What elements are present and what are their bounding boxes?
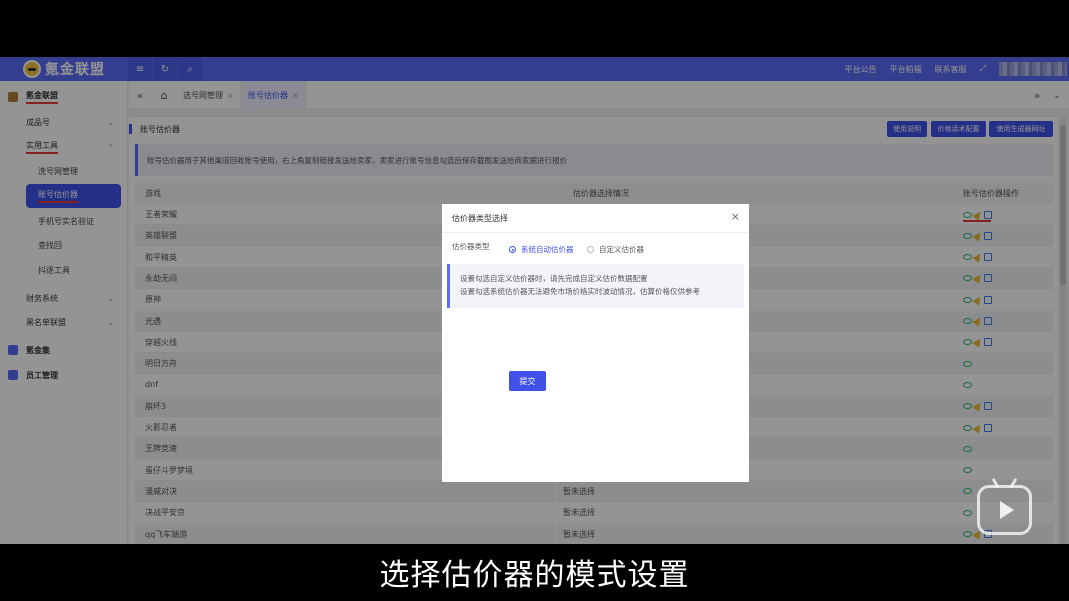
submit-button[interactable]: 提交 xyxy=(509,371,546,391)
radio-custom-estimator[interactable]: 自定义估价器 xyxy=(587,244,644,255)
radio-selected-icon xyxy=(509,246,516,253)
radio-unselected-icon xyxy=(587,246,594,253)
video-play-watermark-icon xyxy=(977,477,1032,535)
radio-label: 系统自动估价器 xyxy=(521,245,574,254)
estimator-type-dialog: 估价器类型选择 × 估价器类型 系统自动估价器 自定义估价器 设置勾选自定义估价… xyxy=(442,204,749,482)
app-window: 氪金联盟 ≡ ↻ ⌕ 平台公告 平台帕福 联系客服 ⤢ 氪金联盟 成品号 ⌄ 实用工具… xyxy=(0,57,1069,544)
dialog-divider xyxy=(442,232,749,233)
dialog-note-line: 设置勾选自定义估价器时，请先完成自定义估价数据配置 xyxy=(460,274,648,283)
dialog-note: 设置勾选自定义估价器时，请先完成自定义估价数据配置 设置勾选系统估价器无法避免市… xyxy=(447,264,744,308)
estimator-type-label: 估价器类型 xyxy=(452,242,490,251)
play-icon xyxy=(999,501,1014,519)
dialog-title: 估价器类型选择 xyxy=(452,214,508,223)
radio-system-estimator[interactable]: 系统自动估价器 xyxy=(509,244,574,255)
video-subtitle: 选择估价器的模式设置 xyxy=(379,558,690,593)
radio-label: 自定义估价器 xyxy=(599,245,644,254)
close-icon[interactable]: × xyxy=(731,210,740,223)
dialog-note-line: 设置勾选系统估价器无法避免市场价格实时波动情况，估算价格仅供参考 xyxy=(460,287,700,296)
